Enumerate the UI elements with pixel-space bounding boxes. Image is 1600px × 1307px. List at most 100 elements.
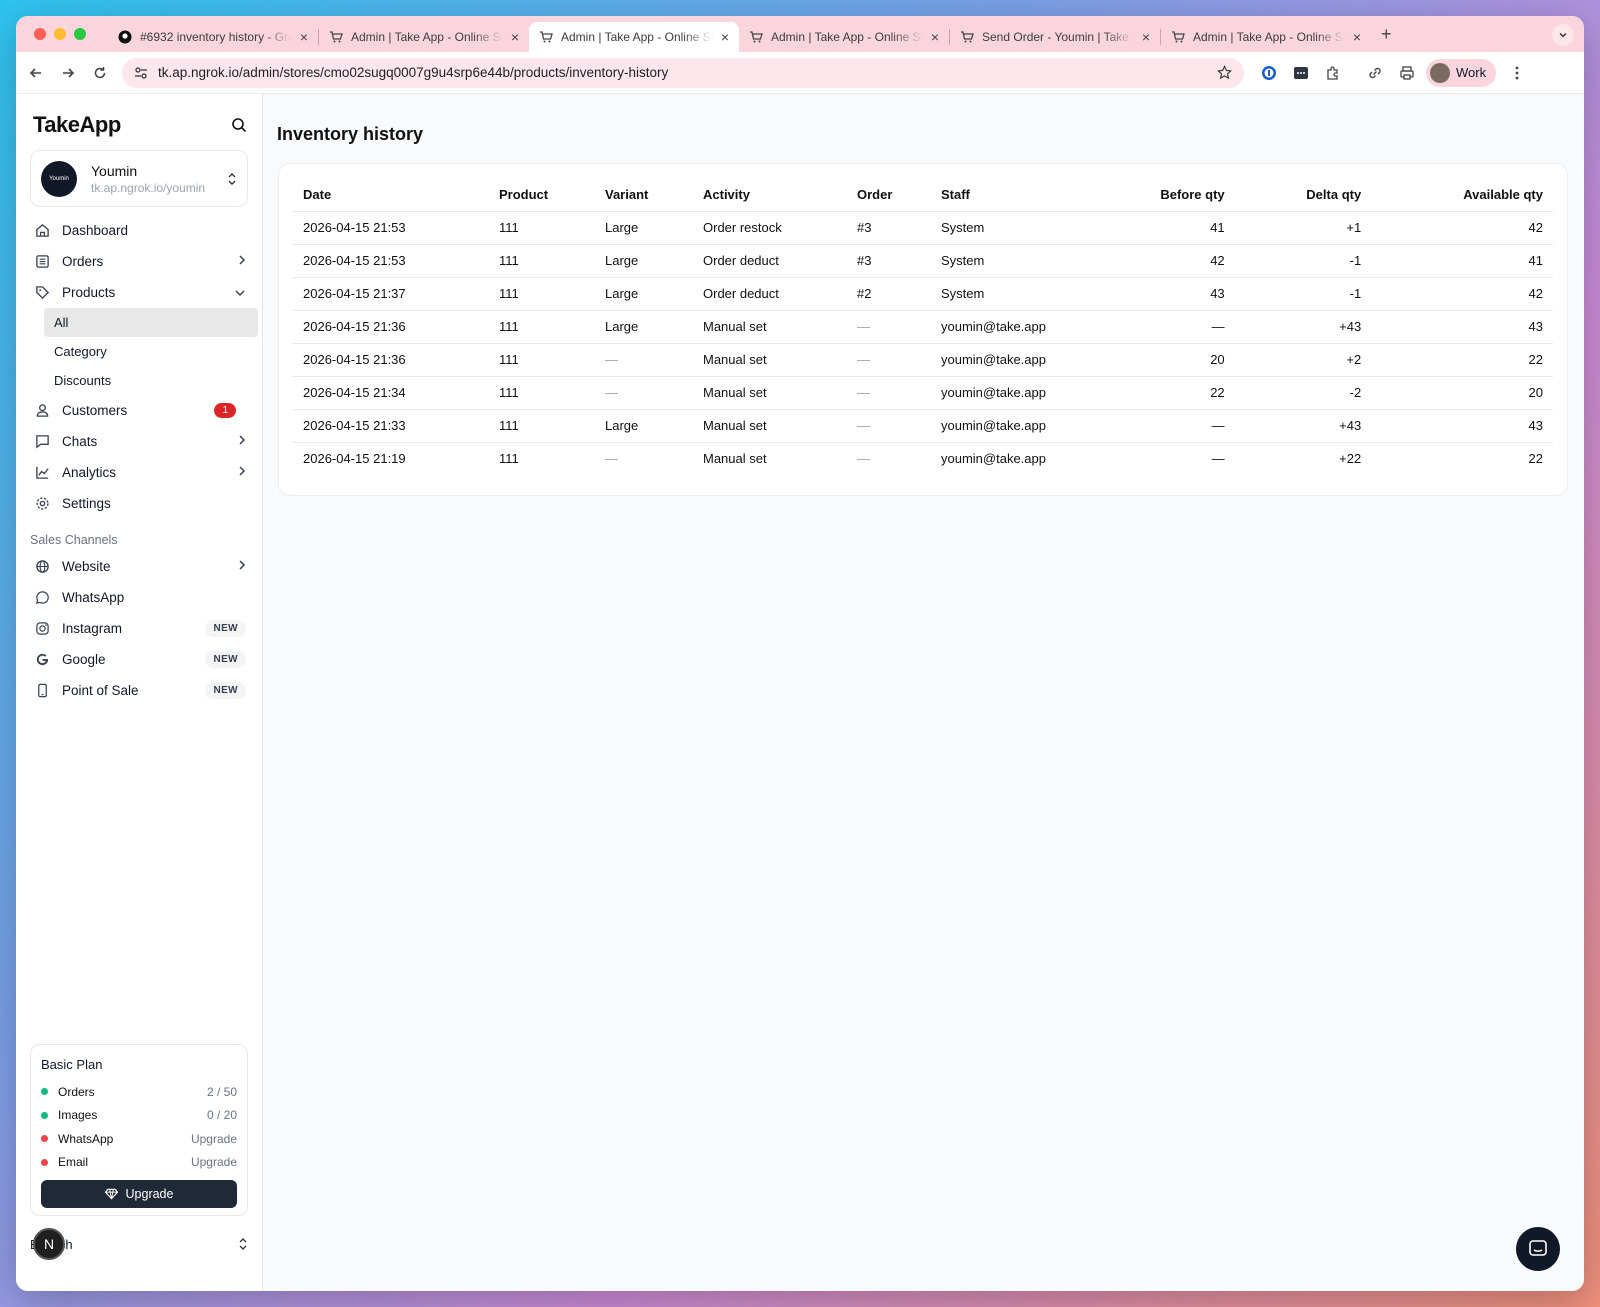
close-window-button[interactable]: [34, 28, 46, 40]
cart-icon: [960, 30, 974, 44]
table-cell: Manual set: [693, 310, 847, 344]
table-cell: Order deduct: [693, 244, 847, 278]
browser-tab[interactable]: Admin | Take App - Online Sto ×: [529, 22, 739, 52]
extension-dots-icon[interactable]: [1292, 64, 1310, 82]
browser-tab[interactable]: Admin | Take App - Online Sto ×: [739, 22, 949, 52]
table-cell: 42: [1371, 277, 1553, 311]
close-tab-icon[interactable]: ×: [511, 29, 519, 45]
chevron-down-icon: [234, 286, 246, 300]
table-cell: 111: [489, 376, 595, 410]
profile-button[interactable]: Work: [1426, 58, 1497, 87]
address-bar[interactable]: tk.ap.ngrok.io/admin/stores/cmo02sugq000…: [122, 57, 1244, 88]
close-tab-icon[interactable]: ×: [1142, 29, 1150, 45]
search-icon[interactable]: [231, 117, 247, 133]
sidebar-item-chats[interactable]: Chats: [30, 426, 250, 457]
link-icon[interactable]: [1366, 64, 1384, 82]
sidebar-item-instagram[interactable]: Instagram NEW: [30, 613, 250, 644]
plan-card: Basic Plan Orders 2 / 50 Images 0 / 20 Whats…: [30, 1044, 248, 1216]
table-row: 2026-04-15 21:33 111 Large Manual set — youmi…: [293, 409, 1553, 443]
sidebar-item-orders[interactable]: Orders: [30, 246, 250, 277]
sales-channels-heading: Sales Channels: [30, 533, 118, 547]
sidebar-item-label: Dashboard: [62, 223, 129, 238]
sidebar-item-analytics[interactable]: Analytics: [30, 457, 250, 488]
globe-icon: [34, 559, 50, 575]
table-row: 2026-04-15 21:19 111 — Manual set — youmin@ta…: [293, 442, 1553, 475]
sidebar-item-google[interactable]: Google NEW: [30, 644, 250, 675]
sidebar-item-point-of-sale[interactable]: Point of Sale NEW: [30, 675, 250, 706]
language-switcher[interactable]: English N: [30, 1228, 248, 1260]
tab-title: Admin | Take App - Online Sto: [771, 30, 923, 44]
sidebar-subitem-category[interactable]: Category: [30, 337, 250, 366]
puzzle-icon[interactable]: [1324, 64, 1342, 82]
home-icon: [34, 223, 50, 239]
orders-icon: [34, 254, 50, 270]
table-cell: youmin@take.app: [931, 310, 1081, 344]
browser-tab[interactable]: Admin | Take App - Online Sto ×: [319, 22, 529, 52]
sidebar-item-label: WhatsApp: [62, 590, 125, 605]
table-cell: 2026-04-15 21:33: [293, 409, 489, 443]
plan-usage-value: 2 / 50: [206, 1084, 237, 1099]
table-cell: Order deduct: [693, 277, 847, 311]
sidebar-subitem-discounts[interactable]: Discounts: [30, 366, 250, 395]
page-title: Inventory history: [277, 124, 424, 144]
forward-button[interactable]: [52, 57, 84, 89]
table-cell: System: [931, 244, 1081, 278]
sidebar-item-customers[interactable]: Customers 1: [30, 395, 250, 426]
site-settings-icon[interactable]: [134, 66, 148, 80]
tab-title: Admin | Take App - Online Sto: [351, 30, 503, 44]
takeapp-logo[interactable]: TakeApp: [33, 112, 121, 138]
sidebar-item-label: Google: [62, 652, 106, 667]
user-avatar[interactable]: N: [33, 1228, 65, 1260]
minimize-window-button[interactable]: [54, 28, 66, 40]
plan-usage-value[interactable]: Upgrade: [191, 1132, 237, 1146]
table-cell: 2026-04-15 21:37: [293, 277, 489, 311]
sidebar-item-products[interactable]: Products: [30, 277, 250, 308]
status-dot: [41, 1111, 48, 1119]
close-tab-icon[interactable]: ×: [721, 29, 729, 45]
browser-menu-icon[interactable]: [1508, 64, 1526, 82]
chevron-up-down-icon: [239, 1238, 247, 1250]
inventory-history-table: Date Product Variant Activity Order Staff Befo…: [293, 178, 1553, 475]
plan-usage-row: WhatsApp Upgrade: [41, 1127, 237, 1151]
new-tab-button[interactable]: +: [1381, 24, 1392, 45]
reload-button[interactable]: [84, 57, 116, 89]
sidebar-item-dashboard[interactable]: Dashboard: [30, 215, 250, 246]
table-cell: 41: [1081, 211, 1235, 245]
arrow-left-icon: [29, 67, 41, 78]
upgrade-button[interactable]: Upgrade: [41, 1180, 237, 1208]
tab-title: Admin | Take App - Online Sto: [561, 30, 713, 44]
store-switcher[interactable]: Youmin Youmin tk.ap.ngrok.io/youmin: [30, 150, 248, 207]
password-manager-icon[interactable]: [1260, 64, 1278, 82]
table-row: 2026-04-15 21:36 111— Manual set — youmin@ta…: [293, 343, 1553, 377]
browser-tab[interactable]: #6932 inventory history - Gra ×: [108, 22, 318, 52]
browser-tab[interactable]: Send Order - Youmin | Take A ×: [950, 22, 1160, 52]
cart-icon: [329, 30, 343, 44]
browser-toolbar: tk.ap.ngrok.io/admin/stores/cmo02sugq000…: [16, 52, 1584, 94]
close-tab-icon[interactable]: ×: [300, 29, 308, 45]
column-header: Product: [489, 178, 595, 212]
sidebar-item-website[interactable]: Website: [30, 551, 250, 582]
sidebar-item-settings[interactable]: Settings: [30, 488, 250, 519]
maximize-window-button[interactable]: [74, 28, 86, 40]
tab-search-button[interactable]: [1552, 24, 1574, 46]
back-button[interactable]: [20, 57, 52, 89]
close-tab-icon[interactable]: ×: [931, 29, 939, 45]
table-cell: 111: [499, 451, 519, 467]
sidebar-item-whatsapp[interactable]: WhatsApp: [30, 582, 250, 613]
chat-bubble-icon: [1529, 1240, 1547, 1256]
bookmark-star-icon[interactable]: [1217, 65, 1232, 80]
close-tab-icon[interactable]: ×: [1353, 29, 1361, 45]
column-header: Activity: [693, 178, 847, 212]
store-avatar: Youmin: [41, 160, 77, 197]
table-cell: 2026-04-15 21:53: [293, 244, 489, 278]
support-chat-button[interactable]: [1516, 1227, 1560, 1271]
table-cell: 20: [1081, 343, 1235, 377]
table-cell: -1: [1234, 244, 1372, 278]
sidebar-subitem-all[interactable]: All: [44, 308, 258, 337]
inventory-history-card: Date Product Variant Activity Order Staff Befo…: [278, 163, 1568, 496]
plan-usage-row: Email Upgrade: [41, 1151, 237, 1175]
plan-usage-value[interactable]: Upgrade: [191, 1155, 237, 1169]
browser-tab[interactable]: Admin | Take App - Online Sto ×: [1161, 22, 1371, 52]
printer-icon[interactable]: [1398, 64, 1416, 82]
table-cell: Manual set: [693, 409, 847, 443]
